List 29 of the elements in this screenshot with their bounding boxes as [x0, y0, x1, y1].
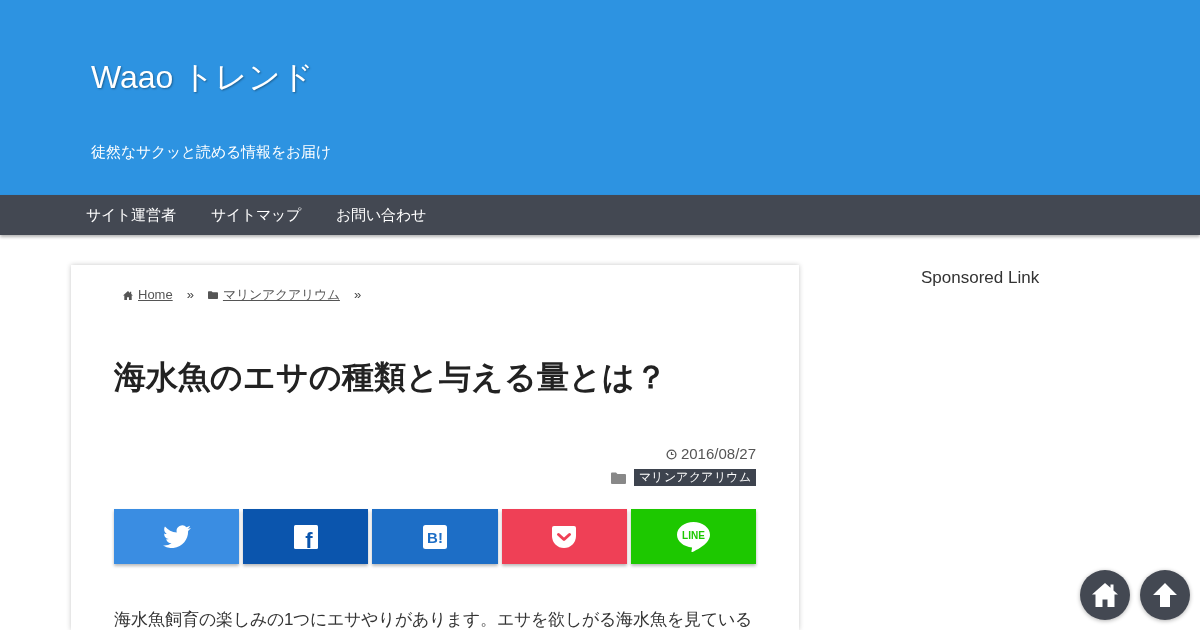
home-link[interactable]: Home — [123, 287, 173, 303]
nav-link[interactable]: サイト運営者 — [86, 205, 176, 225]
home-icon — [1092, 583, 1118, 607]
post-date: 2016/08/27 — [680, 443, 756, 464]
folder-icon — [610, 471, 626, 484]
pocket-logo-icon — [552, 525, 577, 548]
site-tagline: 徒然なサクッと読める情報をお届け — [91, 142, 331, 162]
folder-icon — [207, 291, 218, 299]
nav-link[interactable]: サイトマップ — [211, 205, 301, 225]
hatena-logo-icon: B! — [423, 524, 447, 549]
breadcrumb-separator: » — [353, 287, 362, 303]
scroll-top-button[interactable] — [1140, 570, 1190, 620]
article-title: 海水魚のエサの種類と与える量とは？ — [114, 358, 668, 397]
sidebar-heading: Sponsored Link — [921, 267, 1040, 289]
hatena-share-button[interactable]: B! — [372, 509, 498, 564]
twitter-share-button[interactable] — [114, 509, 240, 564]
facebook-share-button[interactable]: f — [243, 509, 369, 564]
nav-link[interactable]: お問い合わせ — [336, 205, 426, 225]
breadcrumb-separator: » — [186, 287, 194, 303]
category-tag[interactable]: マリンアクアリウム — [633, 469, 756, 486]
pocket-share-button[interactable] — [501, 509, 627, 564]
line-logo-icon: LINE — [676, 521, 710, 552]
article-text: 海水魚飼育の楽しみの1つにエサやりがあります。エサを欲しがる海水魚を見ている — [114, 610, 754, 630]
house-icon — [123, 290, 133, 300]
bird-icon — [162, 525, 191, 548]
clock-icon — [665, 448, 677, 460]
facebook-logo-icon: f — [293, 524, 318, 549]
home-button[interactable] — [1080, 570, 1130, 620]
up-arrow-icon — [1153, 583, 1177, 607]
